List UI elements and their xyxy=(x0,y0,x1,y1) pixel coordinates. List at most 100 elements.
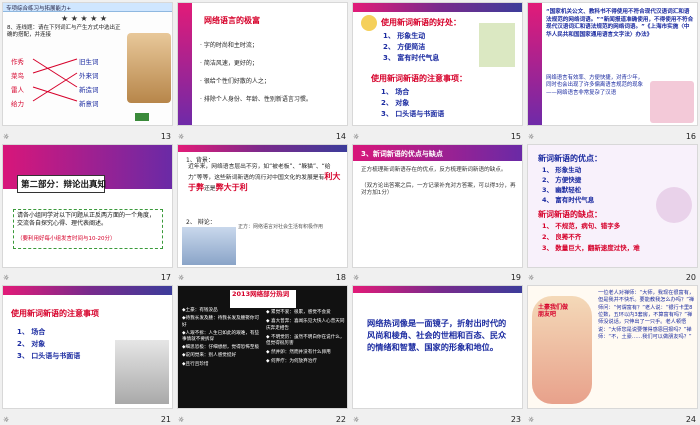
slide-cell-21[interactable]: 使用新词新语的注意事项 1、 场合 2、 对象 3、 口头语与书面语 ☼ 21 xyxy=(0,283,175,425)
slide-20[interactable]: 新词新语的优点： 1、 形象生动 2、 方便快捷 3、 幽默轻松 4、 富有时代… xyxy=(527,143,698,268)
next-button[interactable] xyxy=(135,113,149,121)
list-item: 3、 数量巨大，翻新速度过快，难 xyxy=(542,243,640,252)
cartoon-image xyxy=(479,23,515,67)
instruction-text: 正方梳理新词新语存在的优点，反方梳理新词新语的缺点。 xyxy=(361,166,507,173)
cartoon-image xyxy=(656,186,692,223)
list-item: ◆ 不明觉厉：虽然不明白你在说什么，但觉得很厉害 xyxy=(266,334,345,346)
slide-title: 新词新语的优点： xyxy=(538,153,602,163)
list-item: · 字的时尚和主时流； xyxy=(200,42,258,49)
side-bar xyxy=(528,3,542,125)
hot-words-right: ◆ 累觉不爱：很累，感觉不会爱 ◆ 喜大普奔：喜闻乐见大快人心普天同庆奔走相告 … xyxy=(266,310,346,365)
side-bar xyxy=(178,3,192,125)
slide-number: 17 xyxy=(160,273,171,283)
cons-list: 1、 不规范，病句、错字多 2、 良莠不齐 3、 数量巨大，翻新速度过快，难 xyxy=(542,221,640,254)
logo-image xyxy=(361,15,377,31)
girl-image xyxy=(650,81,694,123)
list-item: 2、 方便快捷 xyxy=(542,175,582,184)
slide-title: 网络语言的极富 xyxy=(204,16,260,25)
note-text: （要利用好每小组发言时间与10-20分） xyxy=(17,235,116,242)
slide-title: 第二部分：辩论出真知 xyxy=(21,179,107,190)
slide-cell-13[interactable]: 专项综合练习与拓展能力+ ★ ★ ★ ★ ★ 8、连线题：请在下列词汇与产生方式… xyxy=(0,0,175,142)
slide-cell-23[interactable]: 网络热词像是一面镜子，折射出时代的风尚和棱角、社会的世相和百态、民众的情绪和智慧… xyxy=(350,283,525,425)
slide-cell-15[interactable]: 使用新词新语的好处： 1、 形象生动 2、 方便简洁 3、 富有时代气息 使用新… xyxy=(350,0,525,142)
cartoon-image xyxy=(115,340,169,405)
instruction-text: 请各小组同学对以下问题从正反两方面的一个角度，交流各自探究心得、理代表阐述。 xyxy=(17,211,156,227)
slide-marker: ☼ xyxy=(178,132,185,141)
list-item: 3、 富有时代气息 xyxy=(383,54,440,62)
top-bar xyxy=(178,144,347,152)
pros-list: 1、 形象生动 2、 方便快捷 3、 幽默轻松 4、 富有时代气息 xyxy=(542,165,594,205)
slide-16[interactable]: “国家机关公文、教科书不得使用不符合现代汉语词汇和语法规范的网络词语。”“新闻报… xyxy=(527,2,698,126)
top-bar xyxy=(353,3,522,12)
list-item: · 简洁风速，更好的； xyxy=(200,60,258,67)
list-item: 1、 形象生动 xyxy=(383,32,426,40)
slide-number: 24 xyxy=(685,414,696,424)
list-item: · 很给个性们好散的人之； xyxy=(200,78,270,85)
slide-marker: ☼ xyxy=(353,415,360,424)
slide-marker: ☼ xyxy=(3,415,10,424)
list-item: 1、 场合 xyxy=(17,328,46,337)
list-item: 2、 良莠不齐 xyxy=(542,232,582,241)
slide-number: 22 xyxy=(335,414,346,424)
list-item: ◆说闲觉来：别人感觉挺好 xyxy=(182,353,237,359)
top-bar xyxy=(3,286,172,296)
benefit-list: 1、 形象生动 2、 方便简洁 3、 富有时代气息 xyxy=(383,31,439,64)
slide-14[interactable]: 网络语言的极富 · 字的时尚和主时流； · 简洁风速，更好的； · 很给个性们好… xyxy=(177,2,348,126)
list-item: 2、 对象 xyxy=(381,99,410,107)
slide-cell-18[interactable]: 1、背景： 近年来，网络语言层出不穷，如“被老板”、“躲猫”、“给力”等等，这些… xyxy=(175,142,350,284)
section-title: 使用新词新语的注意事项： xyxy=(371,74,467,83)
list-item: 2、 对象 xyxy=(17,340,46,349)
slide-cell-17[interactable]: 第二部分：辩论出真知 请各小组同学对以下问题从正反两方面的一个角度，交流各自探究… xyxy=(0,142,175,284)
slide-19[interactable]: 3、新词新语的优点与缺点 正方梳理新词新语存在的优点，反方梳理新词新语的缺点。 … xyxy=(352,143,523,268)
slide-cell-22[interactable]: 2013网络部分热词 ◆土豪：有钱没品 ◆待我长发及腰：待我长发及腰娶你可好 ◆… xyxy=(175,283,350,425)
highlight-phrase: 弊大于利 xyxy=(215,182,248,192)
slide-title: 使用新词新语的注意事项 xyxy=(11,309,99,319)
list-item: 2、 方便简洁 xyxy=(383,43,426,51)
slide-marker: ☼ xyxy=(178,274,185,283)
slide-21[interactable]: 使用新词新语的注意事项 1、 场合 2、 对象 3、 口头语与书面语 xyxy=(2,285,173,410)
slide-cell-24[interactable]: 土豪我们做朋友吧 一位老人对禅师：“大师，我现在很富有，但是我并不快乐。要能教我… xyxy=(525,283,700,425)
slide-number: 14 xyxy=(335,131,346,141)
cartoon-image xyxy=(127,33,171,103)
slide-cell-14[interactable]: 网络语言的极富 · 字的时尚和主时流； · 简洁风速，更好的； · 很给个性们好… xyxy=(175,0,350,142)
list-item: ◆人艰不拆：人生已如此的艰难，有些事情就不要拆穿 xyxy=(182,330,260,342)
slide-marker: ☼ xyxy=(528,415,535,424)
slide-number: 23 xyxy=(510,414,521,424)
policy-text-2: 网络语言有效率、方便快捷，对青少年，同时也会出现了许多偏离语言规范的现象——网络… xyxy=(546,75,644,96)
policy-text: “国家机关公文、教科书不得使用不符合现代汉语词汇和语法规范的网络词语。”“新闻报… xyxy=(546,9,694,38)
story-text: 一位老人对禅师：“大师，我现在很富有，但是我并不快乐。要能教我怎么办吗？”禅师问… xyxy=(598,290,695,340)
slide-marker: ☼ xyxy=(528,274,535,283)
slide-cell-20[interactable]: 新词新语的优点： 1、 形象生动 2、 方便快捷 3、 幽默轻松 4、 富有时代… xyxy=(525,142,700,284)
slide-number: 18 xyxy=(335,273,346,283)
slide-title: 使用新词新语的好处： xyxy=(381,18,461,27)
list-item: ◆待我长发及腰：待我长发及腰娶你可好 xyxy=(182,316,260,328)
slide-cell-19[interactable]: 3、新词新语的优点与缺点 正方梳理新词新语存在的优点，反方梳理新词新语的缺点。 … xyxy=(350,142,525,284)
connector-text: 还是 xyxy=(204,185,216,192)
slide-marker: ☼ xyxy=(528,132,535,141)
slide-number: 19 xyxy=(510,273,521,283)
top-bar xyxy=(353,286,522,294)
slide-17[interactable]: 第二部分：辩论出真知 请各小组同学对以下问题从正反两方面的一个角度，交流各自探究… xyxy=(2,143,173,268)
list-item: ◆ 累觉不爱：很累，感觉不会爱 xyxy=(266,310,331,316)
debate-text: 正方：网络语言对社会生活有积极作用 xyxy=(238,223,324,230)
caution-list: 1、 场合 2、 对象 3、 口头语与书面语 xyxy=(381,87,444,120)
list-item: 3、 幽默轻松 xyxy=(542,185,582,194)
list-item: 3、 口头语与书面语 xyxy=(381,110,445,118)
slide-24[interactable]: 土豪我们做朋友吧 一位老人对禅师：“大师，我现在很富有，但是我并不快乐。要能教我… xyxy=(527,285,698,410)
section-title: 新词新语的缺点： xyxy=(538,209,602,219)
list-item: 3、 口头语与书面语 xyxy=(17,352,81,361)
slide-18[interactable]: 1、背景： 近年来，网络语言层出不穷，如“被老板”、“躲猫”、“给力”等等，这些… xyxy=(177,143,348,268)
slide-15[interactable]: 使用新词新语的好处： 1、 形象生动 2、 方便简洁 3、 富有时代气息 使用新… xyxy=(352,2,523,126)
slide-22[interactable]: 2013网络部分热词 ◆土豪：有钱没品 ◆待我长发及腰：待我长发及腰娶你可好 ◆… xyxy=(177,285,348,410)
hot-words-left: ◆土豪：有钱没品 ◆待我长发及腰：待我长发及腰娶你可好 ◆人艰不拆：人生已如此的… xyxy=(182,308,262,368)
slide-23[interactable]: 网络热词像是一面镜子，折射出时代的风尚和棱角、社会的世相和百态、民众的情绪和智慧… xyxy=(352,285,523,410)
slide-marker: ☼ xyxy=(3,132,10,141)
list-item: ◆且行且珍惜 xyxy=(182,361,209,367)
slide-cell-16[interactable]: “国家机关公文、教科书不得使用不符合现代汉语词汇和语法规范的网络词语。”“新闻报… xyxy=(525,0,700,142)
list-item: 1、 不规范，病句、错字多 xyxy=(542,221,621,230)
list-item: ◆ 然并卵：然而并没有什么卵用 xyxy=(266,350,331,356)
point-list: · 字的时尚和主时流； · 简洁风速，更好的； · 很给个性们好散的人之； · … xyxy=(200,37,312,109)
list-item: 1、 场合 xyxy=(381,88,410,96)
slide-13[interactable]: 专项综合练习与拓展能力+ ★ ★ ★ ★ ★ 8、连线题：请在下列词汇与产生方式… xyxy=(2,2,173,126)
list-item: ◆ 喜大普奔：喜闻乐见大快人心普天同庆奔走相告 xyxy=(266,319,345,331)
